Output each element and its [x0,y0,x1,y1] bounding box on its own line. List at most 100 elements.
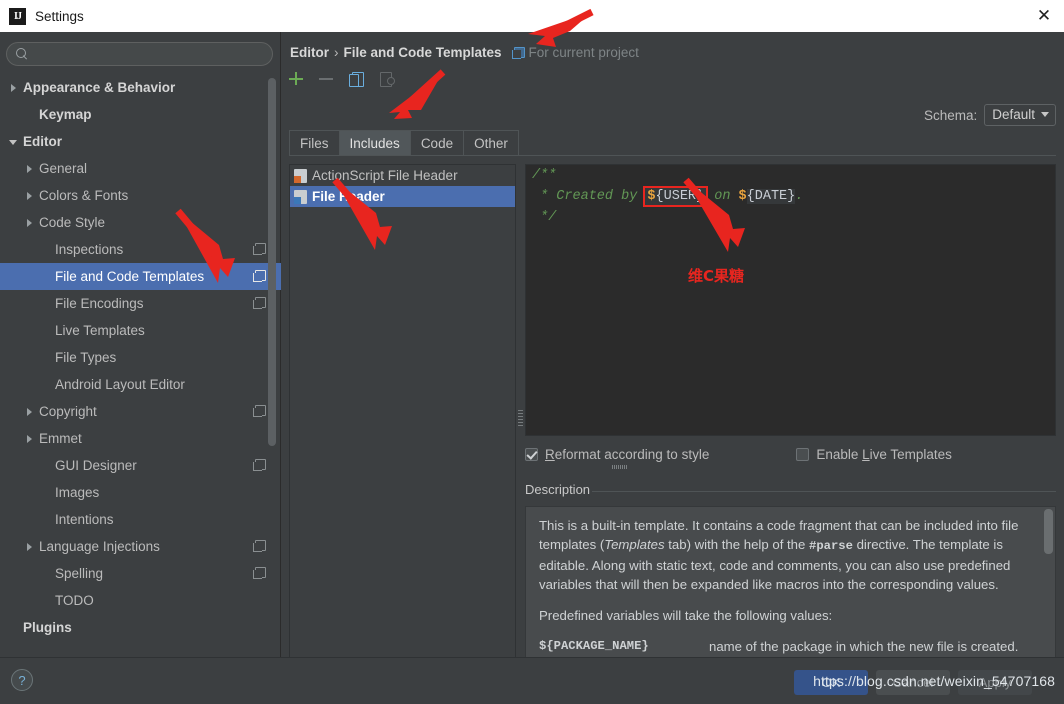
sidebar-item-general[interactable]: General [0,155,281,182]
sidebar-item-keymap[interactable]: Keymap [0,101,281,128]
close-icon[interactable]: ✕ [1034,6,1054,26]
sidebar-item-inspections[interactable]: Inspections [0,236,281,263]
sidebar-item-label: Copyright [39,404,97,419]
sidebar-item-intentions[interactable]: Intentions [0,506,281,533]
template-list: ActionScript File Header File Header [289,164,516,674]
sidebar-item-label: Appearance & Behavior [23,80,176,95]
sidebar-item-label: Keymap [39,107,92,122]
sidebar-item-label: File and Code Templates [55,269,205,284]
live-templates-checkbox[interactable]: Enable Live Templates [796,447,952,462]
sidebar-item-label: Emmet [39,431,82,446]
sidebar-item-label: Live Templates [55,323,145,338]
sidebar-item-label: GUI Designer [55,458,137,473]
variable-description: name of the package in which the new fil… [709,639,1019,654]
list-item-label: ActionScript File Header [312,168,458,183]
sidebar-item-file-and-code-templates[interactable]: File and Code Templates [0,263,281,290]
sidebar-item-label: Intentions [55,512,114,527]
tab-includes[interactable]: Includes [338,130,411,156]
description-panel[interactable]: This is a built-in template. It contains… [525,506,1056,674]
breadcrumb: Editor › File and Code Templates For cur… [290,45,639,60]
sidebar-scrollbar-thumb[interactable] [268,78,276,446]
sidebar-item-label: Images [55,485,100,500]
schema-select[interactable]: Default [984,104,1056,126]
splitter-handle[interactable] [518,410,523,426]
tab-code[interactable]: Code [409,130,465,156]
sidebar-item-emmet[interactable]: Emmet [0,425,281,452]
reformat-checkbox[interactable]: Reformat according to style [525,447,709,462]
chevron-right-icon[interactable] [24,406,36,418]
sidebar-item-live-templates[interactable]: Live Templates [0,317,281,344]
remove-template-button[interactable] [318,70,334,87]
copy-template-button[interactable] [348,70,364,87]
date-variable-name: {DATE} [746,189,796,204]
sidebar-item-code-style[interactable]: Code Style [0,209,281,236]
sidebar-item-images[interactable]: Images [0,479,281,506]
sidebar-item-label: Spelling [55,566,104,581]
tabs-underline [289,155,1056,156]
code-text-created-by: * Created by [532,189,646,204]
project-scope-icon [253,567,266,579]
sidebar-item-plugins[interactable]: Plugins [0,614,281,641]
sidebar-item-editor[interactable]: Editor [0,128,281,155]
project-scope-icon [511,47,525,59]
description-rule [592,491,1056,492]
user-variable-dollar: $ [647,189,656,204]
settings-tree: Appearance & Behavior Keymap Editor General… [0,74,281,657]
sidebar-item-label: Inspections [55,242,124,257]
search-box[interactable] [6,42,273,66]
sidebar-item-label: Editor [23,134,62,149]
sidebar-item-language-injections[interactable]: Language Injections [0,533,281,560]
chevron-right-icon[interactable] [24,541,36,553]
sidebar-item-label: General [39,161,88,176]
chevron-right-icon[interactable] [8,82,20,94]
window-title: Settings [35,8,84,24]
settings-sidebar: Appearance & Behavior Keymap Editor General… [0,32,281,657]
tab-other[interactable]: Other [463,130,519,156]
chevron-right-icon[interactable] [24,190,36,202]
schema-chooser: Schema: Default [924,104,1056,126]
sidebar-item-todo[interactable]: TODO [0,587,281,614]
tab-files[interactable]: Files [289,130,340,156]
sidebar-item-android-layout-editor[interactable]: Android Layout Editor [0,371,281,398]
description-paragraph-1: This is a built-in template. It contains… [539,518,1019,592]
live-templates-checkbox-label: Enable Live Templates [816,446,952,462]
sidebar-item-file-types[interactable]: File Types [0,344,281,371]
sidebar-item-file-encodings[interactable]: File Encodings [0,290,281,317]
variable-name: ${PACKAGE_NAME} [539,639,649,653]
sidebar-item-copyright[interactable]: Copyright [0,398,281,425]
chevron-right-icon[interactable] [24,433,36,445]
project-scope-icon [253,540,266,552]
sidebar-item-colors-fonts[interactable]: Colors & Fonts [0,182,281,209]
file-template-icon [294,189,307,204]
template-editor[interactable]: /** * Created by ${USER} on ${DATE}. */ [525,164,1056,436]
sidebar-item-appearance-behavior[interactable]: Appearance & Behavior [0,74,281,101]
description-scrollbar-thumb[interactable] [1044,509,1053,554]
search-input[interactable] [33,46,272,62]
live-templates-checkbox-box[interactable] [796,447,810,461]
create-template-from-file-button[interactable] [378,70,395,87]
sidebar-item-label: Code Style [39,215,106,230]
user-variable-name: {USER} [655,189,705,204]
sidebar-item-spelling[interactable]: Spelling [0,560,281,587]
chevron-right-icon[interactable] [24,163,36,175]
sidebar-item-label: Android Layout Editor [55,377,185,392]
project-scope-icon [253,297,266,309]
chevron-down-icon[interactable] [8,136,20,148]
project-scope-icon [253,405,266,417]
search-icon [16,48,28,60]
list-item[interactable]: File Header [290,186,515,207]
breadcrumb-separator: › [334,45,339,60]
chevron-right-icon[interactable] [24,217,36,229]
list-item[interactable]: ActionScript File Header [290,165,515,186]
help-button[interactable]: ? [11,669,33,691]
add-template-button[interactable] [288,70,304,87]
sidebar-item-gui-designer[interactable]: GUI Designer [0,452,281,479]
file-template-icon [294,168,307,183]
breadcrumb-root[interactable]: Editor [290,45,329,60]
code-line-3: */ [532,210,557,225]
sidebar-scrollbar[interactable] [268,78,276,633]
code-text-period: . [795,189,804,204]
scope-note: For current project [528,45,639,60]
reformat-checkbox-box[interactable] [525,447,538,461]
